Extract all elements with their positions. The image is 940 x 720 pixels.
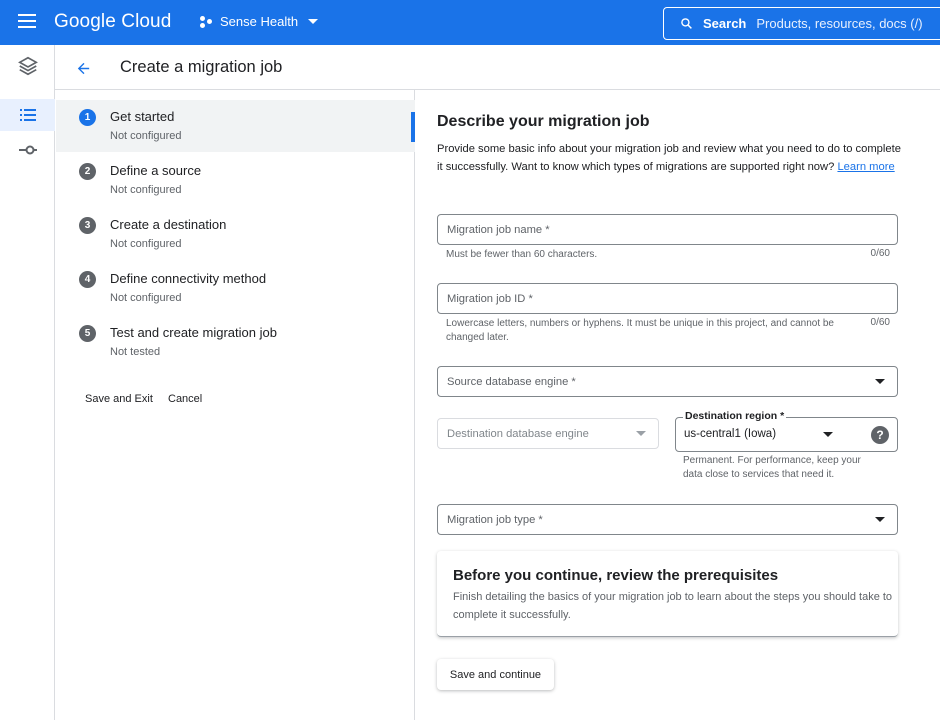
migration-form: Describe your migration job Provide some…: [416, 90, 940, 720]
save-and-exit-button[interactable]: Save and Exit: [85, 393, 153, 405]
step-title: Test and create migration job: [110, 325, 277, 340]
job-name-hint: Must be fewer than 60 characters.: [446, 249, 598, 260]
menu-icon[interactable]: [18, 14, 36, 28]
search-icon: [681, 18, 692, 29]
step-create-destination[interactable]: 3 Create a destination Not configured: [56, 208, 415, 260]
list-icon[interactable]: [0, 99, 55, 131]
job-name-placeholder: Migration job name *: [447, 223, 550, 236]
source-engine-placeholder: Source database engine *: [447, 375, 576, 388]
learn-more-link[interactable]: Learn more: [837, 161, 894, 173]
step-status: Not configured: [110, 238, 182, 250]
step-test-create[interactable]: 5 Test and create migration job Not test…: [56, 316, 415, 368]
step-connectivity[interactable]: 4 Define connectivity method Not configu…: [56, 262, 415, 314]
job-id-input[interactable]: Migration job ID *: [437, 283, 898, 314]
cancel-button[interactable]: Cancel: [168, 393, 202, 405]
dropdown-arrow-icon: [823, 432, 833, 437]
source-engine-select[interactable]: Source database engine *: [437, 366, 898, 397]
job-id-hint: Lowercase letters, numbers or hyphens. I…: [446, 318, 834, 343]
step-status: Not tested: [110, 346, 161, 358]
dropdown-arrow-icon: [875, 379, 885, 384]
save-and-continue-button[interactable]: Save and continue: [437, 659, 554, 690]
prerequisites-card: Before you continue, review the prerequi…: [437, 551, 898, 637]
job-name-counter: 0/60: [870, 248, 890, 259]
prerequisites-body: Finish detailing the basics of your migr…: [453, 591, 893, 621]
step-title: Define a source: [110, 163, 202, 178]
active-step-indicator: [411, 112, 415, 142]
chevron-down-icon: [308, 19, 319, 24]
form-heading: Describe your migration job: [437, 113, 650, 130]
top-bar: Google Cloud Sense Health Search Product…: [0, 0, 940, 45]
job-name-input[interactable]: Migration job name *: [437, 214, 898, 245]
project-selector[interactable]: Sense Health: [200, 14, 319, 29]
job-type-select[interactable]: Migration job type *: [437, 504, 898, 535]
step-get-started[interactable]: 1 Get started Not configured: [56, 100, 415, 152]
destination-region-hint: Permanent. For performance, keep your da…: [683, 455, 861, 480]
step-title: Get started: [110, 109, 175, 124]
job-type-placeholder: Migration job type *: [447, 513, 543, 526]
project-icon: [200, 15, 214, 28]
destination-engine-select[interactable]: Destination database engine: [437, 418, 659, 449]
dropdown-arrow-icon: [875, 517, 885, 522]
search-placeholder: Products, resources, docs (/): [756, 16, 923, 31]
prerequisites-title: Before you continue, review the prerequi…: [453, 567, 779, 584]
step-number: 2: [79, 163, 96, 180]
step-status: Not configured: [110, 292, 182, 304]
help-icon[interactable]: ?: [871, 426, 889, 444]
step-number: 3: [79, 217, 96, 234]
intro-text: Provide some basic info about your migra…: [437, 143, 901, 173]
step-define-source[interactable]: 2 Define a source Not configured: [56, 154, 415, 206]
destination-region-value: us-central1 (Iowa): [684, 428, 777, 440]
google-cloud-logo[interactable]: Google Cloud: [54, 11, 171, 33]
connection-icon[interactable]: [0, 143, 55, 157]
destination-region-label: Destination region *: [683, 410, 787, 422]
job-id-counter: 0/60: [870, 317, 890, 328]
page-header: Create a migration job: [55, 45, 940, 90]
destination-region-select[interactable]: us-central1 (Iowa) ?: [675, 417, 898, 452]
step-title: Define connectivity method: [110, 271, 267, 286]
step-status: Not configured: [110, 184, 182, 196]
back-arrow-icon[interactable]: [75, 60, 92, 82]
page-title: Create a migration job: [120, 58, 283, 76]
search-label: Search: [703, 16, 747, 31]
step-number: 1: [79, 109, 96, 126]
form-intro: Provide some basic info about your migra…: [437, 140, 907, 176]
stepper-panel: 1 Get started Not configured 2 Define a …: [56, 90, 415, 720]
layers-icon[interactable]: [0, 55, 55, 77]
step-number: 5: [79, 325, 96, 342]
job-id-placeholder: Migration job ID *: [447, 292, 533, 305]
destination-engine-placeholder: Destination database engine: [447, 427, 589, 440]
step-status: Not configured: [110, 130, 182, 142]
left-rail: [0, 45, 55, 720]
search-bar[interactable]: Search Products, resources, docs (/): [663, 7, 940, 40]
step-number: 4: [79, 271, 96, 288]
step-title: Create a destination: [110, 217, 227, 232]
dropdown-arrow-icon: [636, 431, 646, 436]
project-name: Sense Health: [220, 14, 299, 29]
